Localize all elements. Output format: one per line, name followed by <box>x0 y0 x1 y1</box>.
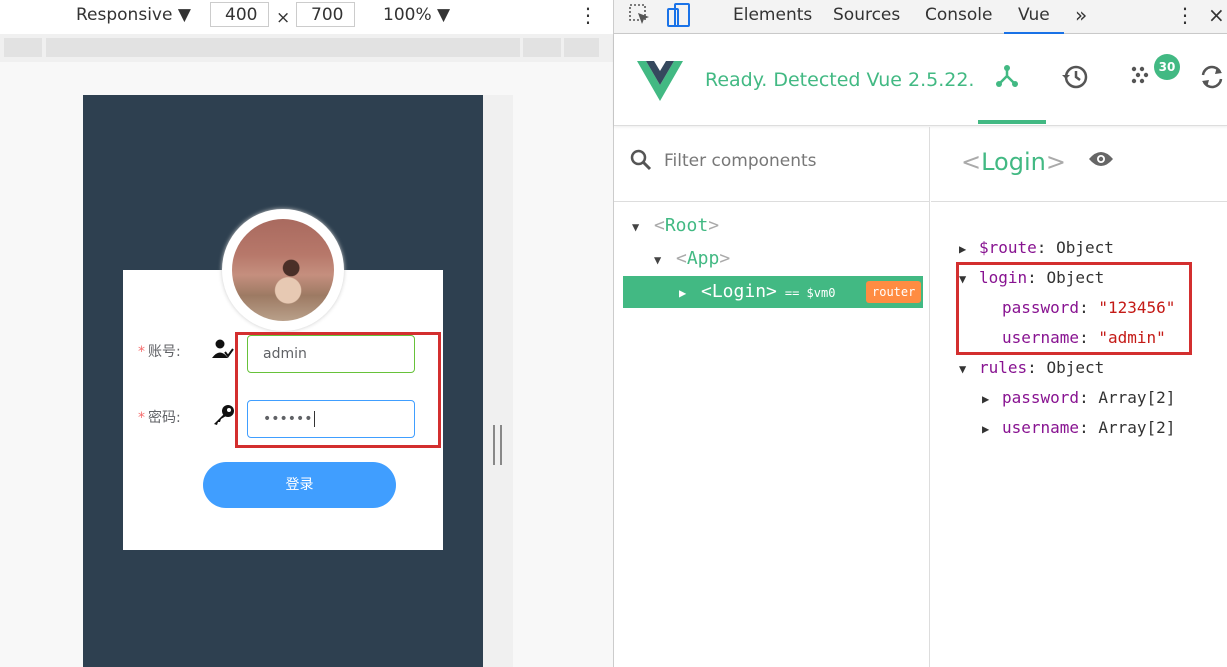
resize-handle[interactable] <box>493 425 502 465</box>
chevron-down-icon: ▼ <box>177 5 191 25</box>
login-button[interactable]: 登录 <box>203 462 396 508</box>
ruler-segment[interactable] <box>4 38 42 57</box>
vm-reference-label: == $vm0 <box>784 286 836 300</box>
close-icon[interactable]: × <box>1208 0 1225 34</box>
prop-type: Object <box>1046 358 1105 377</box>
device-toolbar: Responsive ▼ × 100% ▼ ⋮ <box>0 0 613 34</box>
ruler-segment[interactable] <box>564 38 599 57</box>
expand-arrow-icon[interactable]: ▶ <box>959 234 979 264</box>
more-options-icon[interactable]: ⋮ <box>578 0 598 34</box>
ruler-segment[interactable] <box>46 38 520 57</box>
filter-components-input[interactable]: Filter components <box>664 151 817 171</box>
media-query-ruler <box>0 34 613 62</box>
router-tag-badge: router <box>866 281 922 303</box>
tree-node-login[interactable]: ▶ <Login> == $vm0 router <box>623 276 923 308</box>
highlight-box-state <box>956 262 1192 355</box>
search-icon <box>630 149 652 177</box>
devtools-tab-bar: Elements Sources Console Vue » ⋮ × <box>614 0 1227 34</box>
state-prop-rules[interactable]: ▼ rules: Object <box>959 353 1104 383</box>
component-tree-pane: Filter components <box>614 127 930 667</box>
history-icon[interactable] <box>1061 63 1089 98</box>
zoom-label: 100% <box>383 5 432 25</box>
device-toggle-icon[interactable] <box>667 3 691 37</box>
filter-row: Filter components <box>614 127 930 202</box>
state-prop-route[interactable]: ▶ $route: Object <box>959 233 1114 263</box>
selected-component-title: <Login> <box>961 148 1066 176</box>
tree-node-root[interactable]: ▼ <Root> <box>632 210 719 242</box>
vue-devtools-header: Ready. Detected Vue 2.5.22. 30 <box>614 34 1227 126</box>
password-label-text: 密码: <box>148 410 181 426</box>
expand-arrow-icon[interactable]: ▼ <box>632 211 654 243</box>
prop-key: rules <box>979 358 1028 377</box>
vue-status-text: Ready. Detected Vue 2.5.22. <box>705 69 975 91</box>
state-prop-rules-username[interactable]: ▶ username: Array[2] <box>982 413 1175 443</box>
refresh-icon[interactable] <box>1198 63 1226 98</box>
prop-type: Object <box>1056 238 1114 257</box>
zoom-select[interactable]: 100% ▼ <box>383 0 450 34</box>
prop-type: Array[2] <box>1098 418 1176 437</box>
username-label: * 账号: <box>138 341 181 361</box>
events-icon[interactable] <box>1130 63 1154 94</box>
state-prop-rules-password[interactable]: ▶ password: Array[2] <box>982 383 1175 413</box>
device-side-gutter <box>483 95 513 667</box>
devtools-panel: Elements Sources Console Vue » ⋮ × Ready… <box>613 0 1227 667</box>
tree-node-root-label: Root <box>664 215 709 236</box>
vue-logo-icon <box>637 61 683 101</box>
device-mode-label: Responsive <box>76 5 173 25</box>
dimension-times-label: × <box>276 8 291 28</box>
required-mark: * <box>138 410 145 426</box>
prop-key: username <box>1002 418 1080 437</box>
tab-vue[interactable]: Vue <box>1004 0 1064 34</box>
tree-node-app[interactable]: ▼ <App> <box>654 243 730 275</box>
tab-console[interactable]: Console <box>925 0 993 34</box>
device-emulation-pane: Responsive ▼ × 100% ▼ ⋮ *账号: admin *密码: … <box>0 0 613 667</box>
expand-arrow-icon[interactable]: ▼ <box>654 244 676 276</box>
user-icon <box>212 339 234 364</box>
collapse-arrow-icon[interactable]: ▼ <box>959 354 979 384</box>
devtools-menu-icon[interactable]: ⋮ <box>1175 0 1195 34</box>
password-label: * 密码: <box>138 407 181 427</box>
key-icon <box>212 404 236 431</box>
eye-icon[interactable] <box>1088 149 1114 174</box>
chevron-down-icon: ▼ <box>437 5 451 25</box>
tree-node-app-label: App <box>686 248 720 269</box>
more-tabs-icon[interactable]: » <box>1075 0 1087 34</box>
collapse-arrow-icon[interactable]: ▶ <box>679 277 701 309</box>
avatar <box>232 219 334 321</box>
viewport-width-input[interactable] <box>210 2 269 27</box>
highlight-box-inputs <box>235 332 441 448</box>
state-header: <Login> <box>931 127 1227 202</box>
tab-elements[interactable]: Elements <box>733 0 812 34</box>
tree-node-login-label: Login <box>711 281 767 302</box>
username-label-text: 账号: <box>148 344 181 360</box>
selected-component-label: Login <box>981 148 1046 176</box>
prop-key: password <box>1002 388 1080 407</box>
viewport-height-input[interactable] <box>296 2 355 27</box>
expand-arrow-icon[interactable]: ▶ <box>982 414 1002 444</box>
expand-arrow-icon[interactable]: ▶ <box>982 384 1002 414</box>
ruler-segment[interactable] <box>523 38 561 57</box>
active-tab-indicator <box>978 120 1046 124</box>
inspect-element-icon[interactable] <box>629 4 651 38</box>
events-count-badge: 30 <box>1154 54 1180 80</box>
required-mark: * <box>138 344 145 360</box>
prop-key: $route <box>979 238 1037 257</box>
tab-sources[interactable]: Sources <box>833 0 900 34</box>
device-mode-select[interactable]: Responsive ▼ <box>76 0 191 34</box>
components-tab-icon[interactable] <box>994 63 1020 96</box>
prop-type: Array[2] <box>1098 388 1176 407</box>
